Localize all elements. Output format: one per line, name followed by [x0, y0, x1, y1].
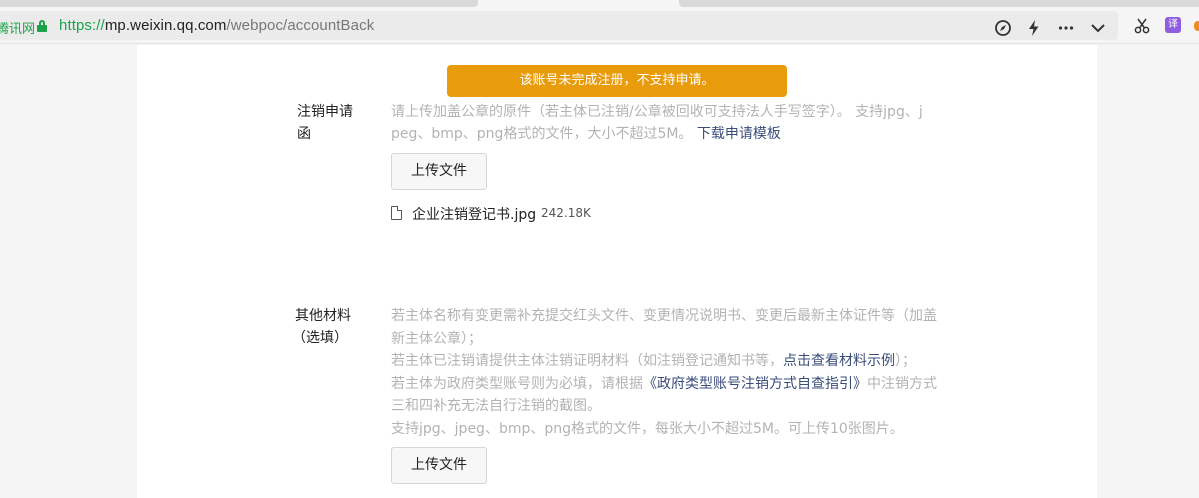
other-desc-line1: 若主体名称有变更需补充提交红头文件、变更情况说明书、变更后最新主体证件等（加盖 — [391, 308, 937, 324]
url-text[interactable]: https://mp.weixin.qq.com/webpoc/accountB… — [59, 17, 374, 34]
other-desc-line4: 若主体为政府类型账号则为必填，请根据《政府类型账号注销方式自查指引》中注销方式 — [391, 373, 961, 396]
gov-guide-link[interactable]: 《政府类型账号注销方式自查指引》 — [643, 376, 867, 392]
file-name[interactable]: 企业注销登记书.jpg — [412, 204, 536, 224]
warning-alert: 该账号未完成注册，不支持申请。 — [447, 65, 787, 97]
other-desc-line5: 三和四补充无法自行注销的截图。 — [391, 398, 601, 414]
url-path: /webpoc/accountBack — [226, 17, 375, 34]
compass-icon[interactable] — [994, 19, 1012, 37]
other-desc-line4-post: 中注销方式 — [867, 375, 937, 392]
letter-desc-line2-text: peg、bmp、png格式的文件，大小不超过5M。 — [391, 126, 693, 142]
url-scheme: https:// — [59, 17, 105, 34]
letter-upload-button[interactable]: 上传文件 — [391, 153, 487, 190]
other-upload-button[interactable]: 上传文件 — [391, 447, 487, 484]
letter-description: 请上传加盖公章的原件（若主体已注销/公章被回收可支持法人手写签字）。 支持jpg… — [391, 101, 951, 145]
other-desc-line6: 支持jpg、jpeg、bmp、png格式的文件，每张大小不超过5M。可上传10张… — [391, 420, 904, 437]
download-template-link[interactable]: 下载申请模板 — [697, 126, 781, 142]
letter-desc-line2: peg、bmp、png格式的文件，大小不超过5M。 下载申请模板 — [391, 123, 951, 145]
material-example-link[interactable]: 点击查看材料示例 — [783, 353, 895, 369]
url-host: mp.weixin.qq.com — [104, 17, 227, 34]
chevron-down-icon[interactable] — [1089, 19, 1107, 37]
other-desc-line4-pre: 若主体为政府类型账号则为必填，请根据 — [391, 375, 643, 392]
site-label: 腾讯网 — [0, 22, 36, 37]
other-description: 若主体名称有变更需补充提交红头文件、变更情况说明书、变更后最新主体证件等（加盖 … — [391, 305, 961, 440]
other-label-line1: 其他材料 — [295, 308, 351, 324]
tab-strip — [0, 0, 1199, 9]
other-label-line2: （选填） — [292, 330, 348, 346]
inactive-tab-right[interactable] — [679, 0, 1199, 7]
url-box[interactable]: 腾讯网 https://mp.weixin.qq.com/webpoc/acco… — [0, 11, 1118, 40]
other-desc-line3-pre: 若主体已注销请提供主体注销证明材料（如注销登记通知书等， — [391, 353, 783, 369]
translate-icon[interactable]: 译 — [1165, 17, 1181, 33]
letter-label: 注销申请 函 — [297, 101, 353, 145]
extension-icon[interactable] — [1194, 21, 1199, 31]
scissors-icon[interactable] — [1133, 17, 1151, 35]
address-bar: 腾讯网 https://mp.weixin.qq.com/webpoc/acco… — [0, 9, 1199, 44]
more-icon[interactable] — [1057, 19, 1075, 37]
page-background: 该账号未完成注册，不支持申请。 注销申请 函 请上传加盖公章的原件（若主体已注销… — [0, 45, 1199, 498]
letter-label-line2: 函 — [297, 126, 311, 142]
other-label: 其他材料 （选填） — [292, 305, 353, 349]
file-size: 242.18K — [541, 206, 591, 220]
file-icon — [391, 206, 402, 220]
other-desc-line3: 若主体已注销请提供主体注销证明材料（如注销登记通知书等，点击查看材料示例）； — [391, 350, 961, 373]
other-desc-line2: 新主体公章）； — [391, 330, 482, 347]
lightning-icon[interactable] — [1025, 19, 1043, 37]
form-card: 该账号未完成注册，不支持申请。 注销申请 函 请上传加盖公章的原件（若主体已注销… — [137, 45, 1097, 498]
other-desc-line3-post: ）； — [895, 353, 916, 369]
letter-label-line1: 注销申请 — [297, 104, 353, 120]
lock-icon[interactable] — [37, 20, 47, 32]
letter-desc-line1: 请上传加盖公章的原件（若主体已注销/公章被回收可支持法人手写签字）。 支持jpg… — [391, 104, 923, 120]
inactive-tab-left[interactable] — [0, 0, 478, 7]
